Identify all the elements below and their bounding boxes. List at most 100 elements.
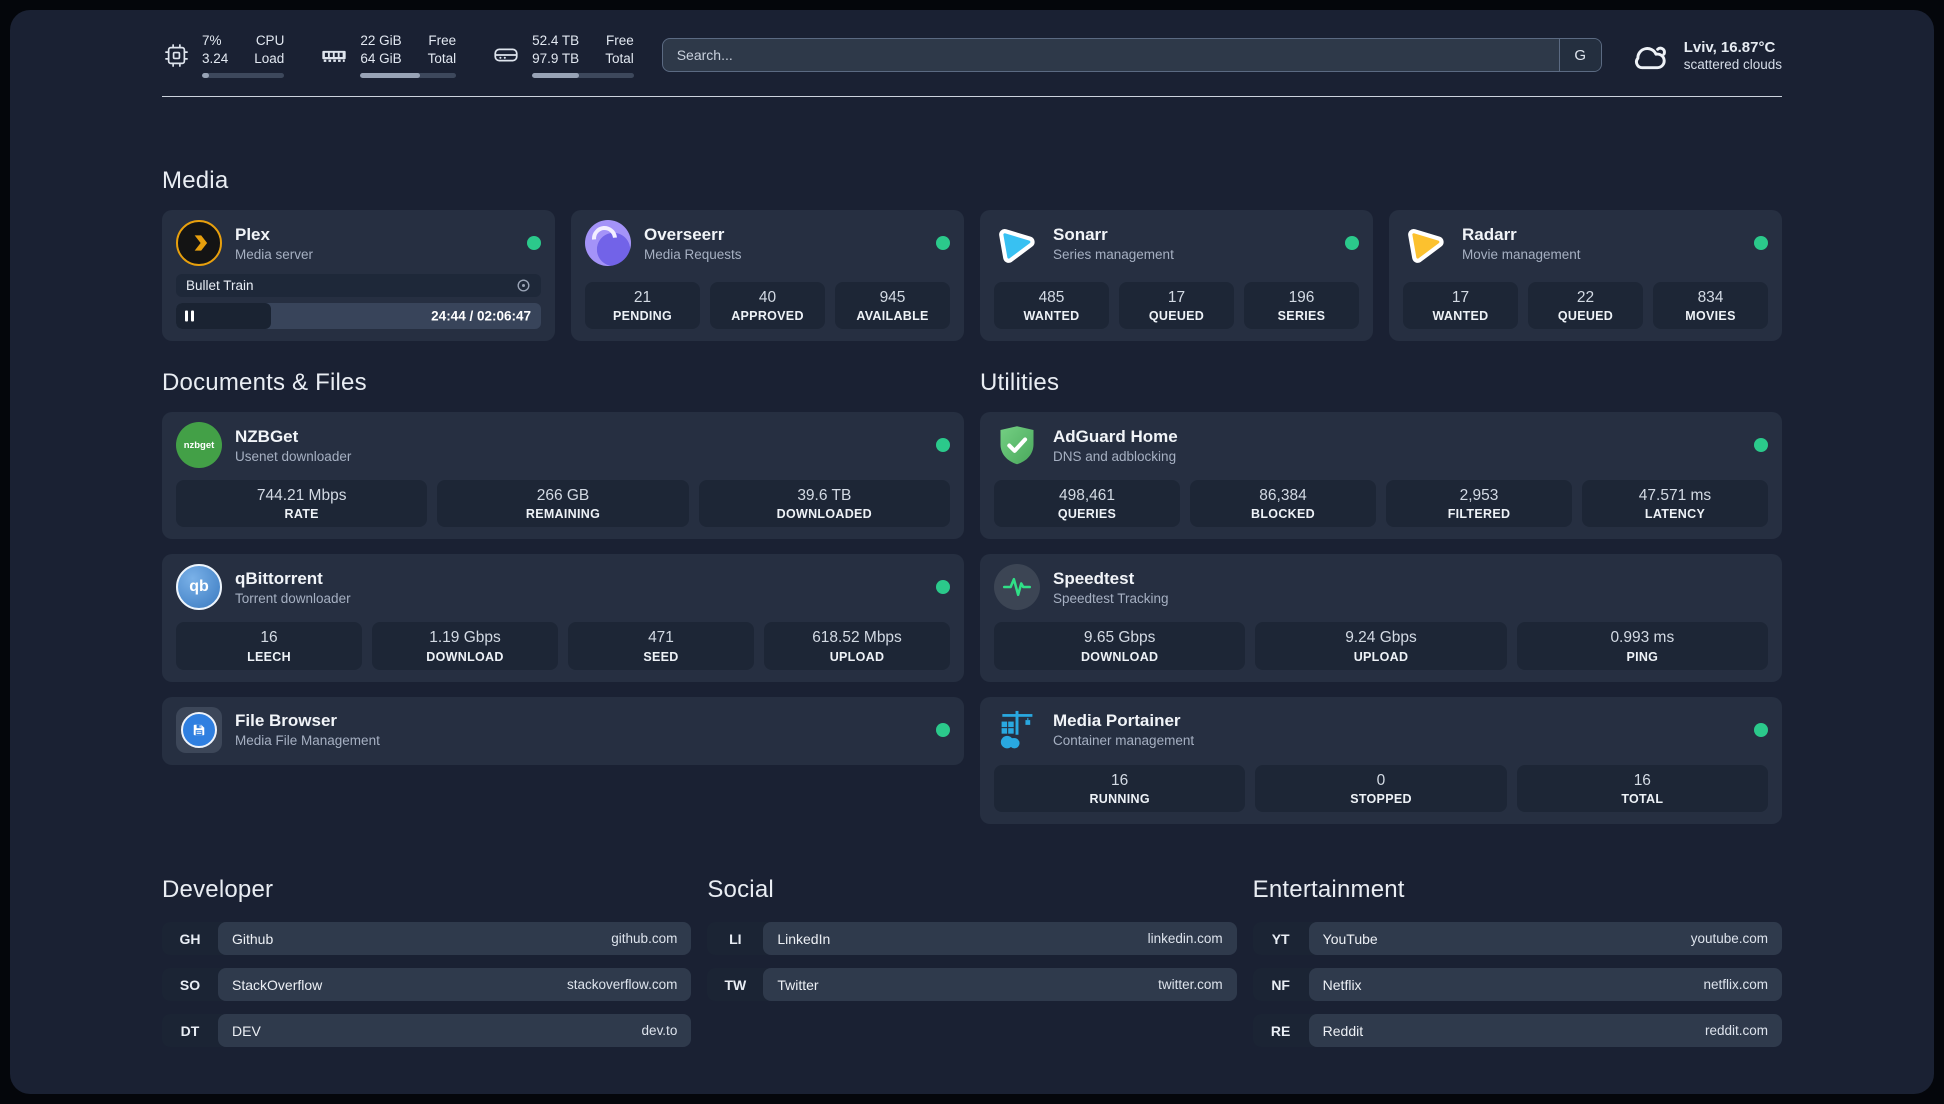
stat-label: QUEUED	[1557, 309, 1614, 323]
weather-condition: scattered clouds	[1683, 56, 1782, 72]
stat-label: TOTAL	[1621, 792, 1664, 807]
service-title: Radarr	[1462, 224, 1517, 244]
section-developer: Developer GH Github github.com SO StackO…	[162, 876, 692, 1060]
nzbget-link[interactable]: nzbget NZBGet Usenet downloader	[176, 422, 950, 468]
link-dev-to[interactable]: DT DEV dev.to	[162, 1014, 692, 1048]
link-stackoverflow[interactable]: SO StackOverflow stackoverflow.com	[162, 968, 692, 1002]
link-url: youtube.com	[1690, 931, 1768, 947]
link-youtube[interactable]: YT YouTube youtube.com	[1252, 922, 1782, 956]
overseerr-icon	[585, 220, 631, 266]
stat-label: MOVIES	[1685, 309, 1736, 323]
search-engine-button[interactable]: G	[1558, 39, 1601, 71]
memory-free-value: 22 GiB	[360, 33, 402, 49]
section-media: Media Plex Media server Bullet Train 24:…	[162, 167, 1782, 341]
service-desc: Media Requests	[644, 246, 742, 262]
stat-value: 17	[1167, 288, 1186, 306]
stat-value: 22	[1576, 288, 1595, 306]
service-desc: Speedtest Tracking	[1053, 590, 1169, 606]
disk-stat: 52.4 TB 97.9 TB Free Total	[492, 32, 634, 78]
qbittorrent-card: qb qBittorrent Torrent downloader 16 LEE…	[162, 554, 964, 682]
memory-icon	[320, 41, 348, 69]
link-github[interactable]: GH Github github.com	[162, 922, 692, 956]
overseerr-card: Overseerr Media Requests 21 PENDING 40 A…	[571, 210, 964, 341]
service-desc: Usenet downloader	[235, 448, 352, 464]
speedtest-link[interactable]: Speedtest Speedtest Tracking	[994, 564, 1768, 611]
filebrowser-icon	[176, 706, 222, 753]
portainer-card: Media Portainer Container management 16 …	[980, 696, 1782, 825]
link-url: twitter.com	[1158, 977, 1223, 993]
stat-tile-approved: 40 APPROVED	[710, 281, 825, 329]
stat-value: 21	[633, 288, 652, 306]
service-title: Plex	[235, 224, 270, 244]
link-name: YouTube	[1322, 930, 1378, 947]
link-reddit[interactable]: RE Reddit reddit.com	[1252, 1014, 1782, 1048]
link-name: Reddit	[1322, 1022, 1364, 1039]
stat-tile-queries: 498,461 QUERIES	[994, 480, 1180, 528]
stat-label: LATENCY	[1644, 507, 1706, 522]
status-dot	[936, 236, 950, 250]
link-name: DEV	[232, 1022, 261, 1039]
stat-tile-upload: 9.24 Gbps UPLOAD	[1255, 622, 1507, 670]
cpu-label: CPU	[255, 33, 285, 49]
stat-value: 1.19 Gbps	[429, 629, 501, 647]
stat-value: 744.21 Mbps	[256, 487, 347, 504]
stat-tile-download: 9.65 Gbps DOWNLOAD	[994, 622, 1246, 670]
stat-label: DOWNLOAD	[1080, 649, 1159, 664]
stat-label: PING	[1626, 649, 1659, 664]
portainer-link[interactable]: Media Portainer Container management	[994, 707, 1768, 753]
link-body: Netflix netflix.com	[1308, 968, 1782, 1002]
radarr-icon	[1403, 220, 1449, 266]
stat-tile-queued: 17 QUEUED	[1119, 281, 1234, 329]
service-title: qBittorrent	[235, 568, 323, 588]
qbittorrent-link[interactable]: qb qBittorrent Torrent downloader	[176, 564, 950, 611]
plex-link[interactable]: Plex Media server	[176, 220, 541, 266]
weather-widget: Lviv, 16.87°C scattered clouds	[1630, 37, 1782, 73]
stat-tile-pending: 21 PENDING	[585, 281, 700, 329]
stat-tile-rate: 744.21 Mbps RATE	[176, 480, 428, 528]
stat-value: 0	[1376, 771, 1386, 789]
section-title-social: Social	[707, 876, 774, 904]
filebrowser-card: File Browser Media File Management	[162, 696, 964, 765]
link-linkedin[interactable]: LI LinkedIn linkedin.com	[707, 922, 1237, 956]
stat-tile-running: 16 RUNNING	[994, 764, 1246, 813]
speedtest-card: Speedtest Speedtest Tracking 9.65 Gbps D…	[980, 554, 1782, 682]
cpu-readout: 7% 3.24 CPU Load	[202, 32, 285, 78]
search-input[interactable]	[662, 39, 1559, 71]
section-social: Social LI LinkedIn linkedin.com TW Twitt…	[707, 876, 1237, 1060]
filebrowser-link[interactable]: File Browser Media File Management	[176, 706, 950, 753]
status-dot	[936, 438, 950, 452]
stat-label: QUERIES	[1057, 507, 1117, 522]
link-name: Twitter	[777, 976, 819, 993]
stat-tile-latency: 47.571 ms LATENCY	[1582, 480, 1768, 528]
adguard-link[interactable]: AdGuard Home DNS and adblocking	[994, 422, 1768, 468]
status-dot	[1754, 438, 1768, 452]
stat-tile-total: 16 TOTAL	[1516, 764, 1768, 813]
status-dot	[936, 722, 950, 737]
radarr-link[interactable]: Radarr Movie management	[1403, 220, 1768, 266]
service-title: Speedtest	[1053, 568, 1135, 588]
link-body: LinkedIn linkedin.com	[763, 922, 1237, 956]
link-body: Twitter twitter.com	[763, 968, 1237, 1002]
service-title: Sonarr	[1053, 224, 1108, 244]
memory-readout: 22 GiB 64 GiB Free Total	[360, 32, 457, 78]
link-netflix[interactable]: NF Netflix netflix.com	[1252, 968, 1782, 1002]
stat-tile-seed: 471 SEED	[568, 622, 754, 670]
cpu-percent: 7%	[202, 33, 222, 49]
status-dot	[1754, 236, 1768, 250]
link-name: Netflix	[1322, 976, 1362, 993]
link-twitter[interactable]: TW Twitter twitter.com	[707, 968, 1237, 1002]
link-url: stackoverflow.com	[567, 977, 678, 993]
pause-button[interactable]	[185, 310, 194, 322]
section-title-documents: Documents & Files	[162, 369, 367, 396]
stat-label: BLOCKED	[1251, 507, 1315, 522]
overseerr-link[interactable]: Overseerr Media Requests	[585, 220, 950, 266]
status-dot	[936, 580, 950, 595]
service-desc: Media server	[235, 246, 314, 262]
link-name: Github	[232, 930, 274, 947]
stat-label: RUNNING	[1089, 792, 1150, 807]
sonarr-link[interactable]: Sonarr Series management	[994, 220, 1359, 266]
stat-label: FILTERED	[1447, 507, 1511, 522]
playback-progress-bar[interactable]: 24:44 / 02:06:47	[176, 303, 541, 329]
status-dot	[1754, 722, 1768, 737]
radarr-card: Radarr Movie management 17 WANTED 22 QUE…	[1389, 210, 1782, 341]
